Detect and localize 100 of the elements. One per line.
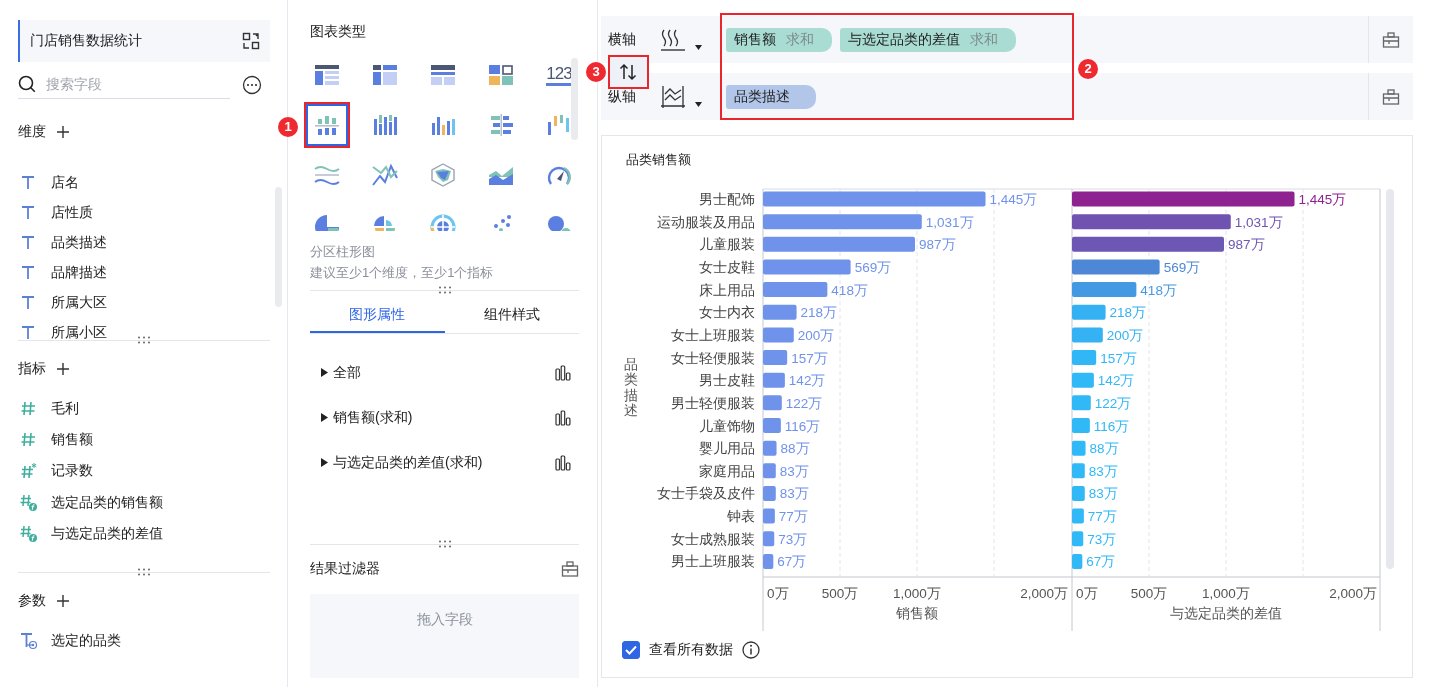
chart-title: 品类销售额 <box>626 151 692 169</box>
data-label: 83万 <box>779 486 809 502</box>
field-item[interactable]: 所属小区 <box>18 318 270 348</box>
annotation-badge: 1 <box>278 117 298 137</box>
data-label: 1,031万 <box>1234 214 1283 230</box>
data-label: 1,031万 <box>925 214 974 230</box>
data-label: 88万 <box>780 441 810 457</box>
formula-field-icon <box>20 524 38 543</box>
category-label: 家庭用品 <box>699 463 755 479</box>
data-label: 122万 <box>785 395 823 411</box>
field-item[interactable]: 选定的品类 <box>18 626 270 657</box>
chart-type-icon <box>660 27 686 52</box>
field-item[interactable]: 店性质 <box>18 198 270 228</box>
check-icon <box>625 645 637 655</box>
section-title: 维度 <box>18 123 46 141</box>
field-item[interactable]: 品类描述 <box>18 228 270 258</box>
search-icon <box>18 75 36 93</box>
data-label: 73万 <box>778 531 808 547</box>
tick-label: 2,000万 <box>1329 586 1377 601</box>
tick-label: 500万 <box>821 586 859 601</box>
axis-title: 品类描述 <box>624 357 638 419</box>
bar-chart-icon <box>555 409 571 426</box>
drag-handle-icon <box>137 336 151 344</box>
bar-chart-icon <box>555 364 571 381</box>
data-label: 122万 <box>1094 395 1132 411</box>
category-label: 女士成熟服装 <box>671 531 755 547</box>
property-group[interactable]: 销售额(求和) <box>321 408 413 427</box>
scrollbar[interactable] <box>571 58 578 140</box>
property-group[interactable]: 与选定品类的差值(求和) <box>321 453 483 472</box>
data-label: 83万 <box>1088 463 1118 479</box>
data-label: 987万 <box>919 237 956 253</box>
axis-label: 横轴 <box>607 30 637 49</box>
checkbox[interactable] <box>622 641 640 659</box>
data-label: 67万 <box>777 554 807 570</box>
tick-label: 500万 <box>1130 586 1168 601</box>
tick-label: 0万 <box>767 586 789 601</box>
data-label: 157万 <box>1100 350 1137 366</box>
property-group[interactable]: 全部 <box>321 363 361 382</box>
number-field-icon <box>20 462 38 481</box>
annotation-badge: 3 <box>586 62 606 82</box>
number-field-icon <box>20 430 38 449</box>
data-label: 142万 <box>1097 373 1135 389</box>
tick-label: 2,000万 <box>1020 586 1068 601</box>
data-label: 418万 <box>1140 282 1177 298</box>
field-item[interactable]: 品牌描述 <box>18 258 270 288</box>
field-item[interactable]: 选定品类的销售额 <box>18 486 270 519</box>
field-item[interactable]: 记录数 <box>18 455 270 487</box>
category-label: 运动服装及用品 <box>657 214 755 230</box>
category-label: 男士轻便服装 <box>671 395 755 411</box>
caret-icon <box>695 101 702 107</box>
bar-chart-icon <box>371 113 399 137</box>
add-icon <box>56 125 70 139</box>
briefcase-icon <box>1382 30 1400 49</box>
field-item[interactable]: 销售额 <box>18 424 270 456</box>
swap-icon <box>242 32 260 50</box>
category-label: 婴儿用品 <box>699 441 755 457</box>
category-label: 女士轻便服装 <box>671 350 755 366</box>
field-chip[interactable]: 销售额 求和 <box>726 27 832 52</box>
tick-label: 0万 <box>1076 586 1098 601</box>
category-label: 女士手袋及皮件 <box>657 486 755 502</box>
expand-arrow-icon <box>321 458 328 467</box>
panel-title: 图表类型 <box>310 23 367 41</box>
field-chip[interactable]: 与选定品类的差值 求和 <box>840 27 1016 52</box>
tab[interactable]: 组件样式 <box>444 295 579 333</box>
bar-chart-icon <box>555 454 571 471</box>
field-item[interactable]: 所属大区 <box>18 288 270 318</box>
pie-chart-icon <box>429 213 457 231</box>
category-label: 女士上班服装 <box>671 327 755 343</box>
axis-title: 与选定品类的差值 <box>1170 605 1282 621</box>
data-label: 200万 <box>1106 327 1144 343</box>
field-item[interactable]: 店名 <box>18 168 270 198</box>
category-label: 钟表 <box>727 509 755 525</box>
highlight-frame <box>304 102 350 148</box>
search-field[interactable]: 搜索字段 <box>44 75 218 93</box>
data-label: 987万 <box>1228 237 1265 253</box>
category-label: 男士皮鞋 <box>699 373 755 389</box>
chart-type-icon <box>660 84 686 109</box>
category-label: 男士上班服装 <box>671 554 755 570</box>
chart-type-name: 分区柱形图 <box>310 243 376 261</box>
data-label: 1,445万 <box>989 192 1038 207</box>
data-label: 67万 <box>1086 554 1116 570</box>
tab[interactable]: 图形属性 <box>310 295 445 333</box>
field-item[interactable]: 与选定品类的差值 <box>18 518 270 550</box>
data-label: 218万 <box>800 305 838 321</box>
drag-handle-icon <box>437 540 452 548</box>
data-label: 116万 <box>784 418 821 434</box>
data-label: 569万 <box>1163 259 1201 275</box>
add-icon <box>56 594 70 609</box>
field-item[interactable]: 毛利 <box>18 393 270 425</box>
field-chip[interactable]: 品类描述 <box>726 84 816 109</box>
category-label: 床上用品 <box>699 282 755 298</box>
add-icon <box>56 362 70 376</box>
briefcase-icon <box>1382 87 1400 106</box>
section-title: 参数 <box>18 592 46 611</box>
parameter-icon <box>20 632 38 651</box>
category-label: 儿童饰物 <box>699 418 755 434</box>
chart-type-button[interactable] <box>306 104 348 146</box>
data-label: 157万 <box>791 350 828 366</box>
tick-label: 1,000万 <box>893 586 941 601</box>
section-title: 结果过滤器 <box>310 560 380 578</box>
